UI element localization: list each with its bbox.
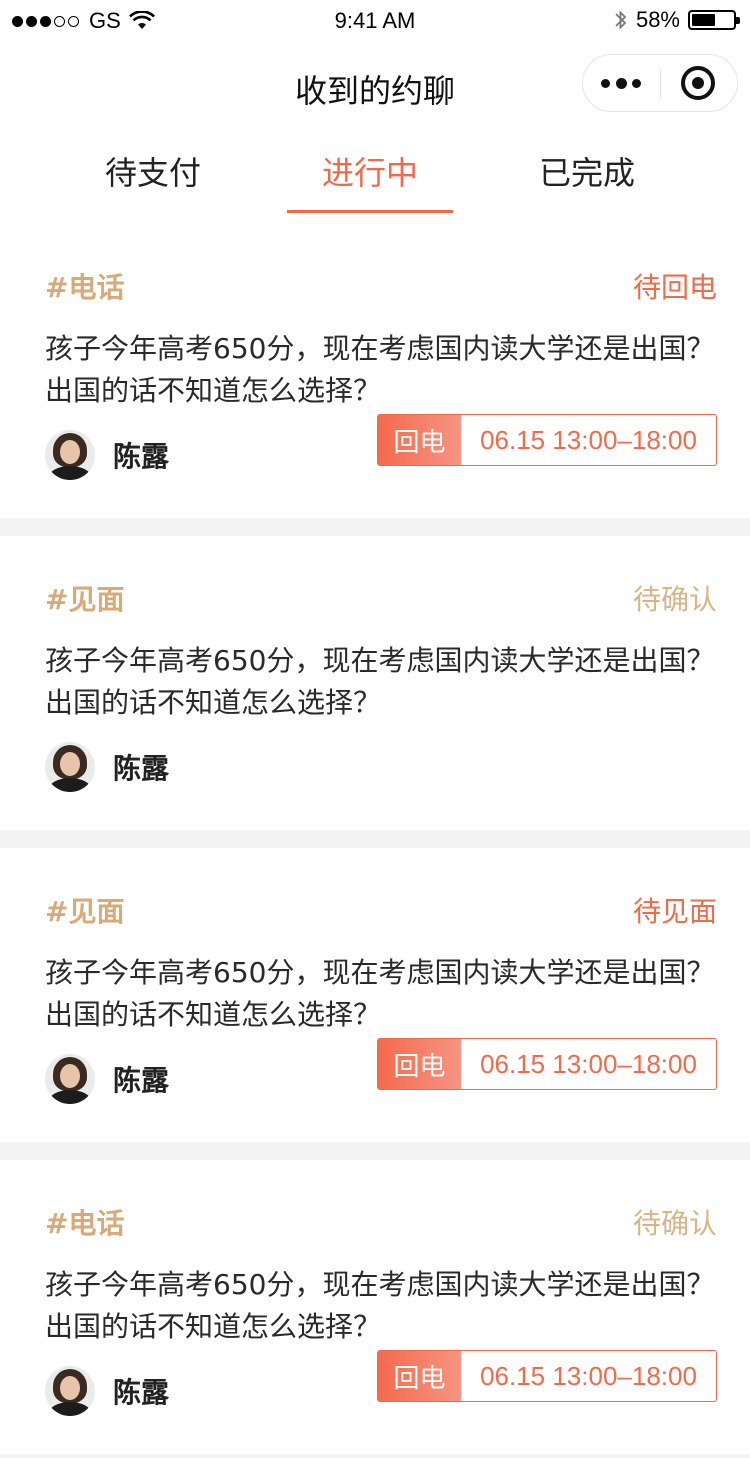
appointment-status: 待见面: [632, 895, 717, 928]
avatar: [45, 1366, 95, 1416]
appointment-type: #电话: [45, 271, 125, 304]
user-info: 陈露: [45, 742, 169, 792]
appointment-type: #见面: [45, 583, 125, 616]
user-name: 陈露: [113, 1376, 170, 1409]
user-info: 陈露: [45, 1054, 169, 1104]
callback-box: 回电 06.15 13:00–18:00: [377, 1038, 717, 1090]
tab-bar: 待支付 进行中 已完成: [0, 132, 750, 214]
question-text: 孩子今年高考650分，现在考虑国内读大学还是出国？出国的话不知道怎么选择？: [45, 956, 715, 1031]
status-bar: GS 9:41 AM 58%: [0, 0, 750, 44]
more-icon[interactable]: [601, 72, 641, 94]
avatar: [45, 1054, 95, 1104]
user-info: 陈露: [45, 430, 169, 480]
card-divider: [0, 1454, 750, 1458]
user-name: 陈露: [113, 1064, 170, 1097]
callback-button[interactable]: 回电: [378, 1351, 461, 1401]
tab-in-progress[interactable]: 进行中: [280, 148, 460, 194]
callback-time-range: 06.15 13:00–18:00: [480, 1360, 697, 1391]
card-divider: [0, 518, 750, 536]
question-text: 孩子今年高考650分，现在考虑国内读大学还是出国？出国的话不知道怎么选择？: [45, 1268, 715, 1343]
battery-icon: [688, 10, 740, 30]
avatar: [45, 742, 95, 792]
appointment-card[interactable]: #电话 待确认 孩子今年高考650分，现在考虑国内读大学还是出国？出国的话不知道…: [0, 1172, 750, 1454]
question-text: 孩子今年高考650分，现在考虑国内读大学还是出国？出国的话不知道怎么选择？: [45, 644, 715, 719]
appointment-card[interactable]: #电话 待回电 孩子今年高考650分，现在考虑国内读大学还是出国？出国的话不知道…: [0, 236, 750, 518]
avatar: [45, 430, 95, 480]
callback-button[interactable]: 回电: [378, 1039, 461, 1089]
callback-box: 回电 06.15 13:00–18:00: [377, 1350, 717, 1402]
question-text: 孩子今年高考650分，现在考虑国内读大学还是出国？出国的话不知道怎么选择？: [45, 332, 715, 407]
callback-time-range: 06.15 13:00–18:00: [480, 424, 697, 455]
appointment-type: #电话: [45, 1207, 125, 1240]
bluetooth-icon: [615, 10, 627, 30]
user-name: 陈露: [113, 440, 170, 473]
tab-pending-payment[interactable]: 待支付: [63, 148, 243, 194]
card-divider: [0, 1142, 750, 1160]
appointment-status: 待回电: [632, 271, 717, 304]
appointment-card[interactable]: #见面 待见面 孩子今年高考650分，现在考虑国内读大学还是出国？出国的话不知道…: [0, 860, 750, 1142]
battery-percent: 58%: [635, 7, 680, 32]
callback-button[interactable]: 回电: [378, 415, 461, 465]
close-target-icon[interactable]: [681, 66, 715, 100]
nav-bar: 收到的约聊: [0, 44, 750, 132]
card-divider: [0, 830, 750, 848]
tab-completed[interactable]: 已完成: [497, 148, 677, 194]
tab-active-indicator: [287, 210, 453, 213]
mini-program-capsule: [582, 54, 738, 112]
status-right: 58%: [614, 7, 740, 33]
appointment-status: 待确认: [632, 1207, 717, 1240]
battery-fill: [692, 14, 715, 26]
callback-box: 回电 06.15 13:00–18:00: [377, 414, 717, 466]
callback-time-range: 06.15 13:00–18:00: [480, 1048, 697, 1079]
capsule-divider: [660, 69, 661, 99]
user-name: 陈露: [113, 752, 170, 785]
user-info: 陈露: [45, 1366, 169, 1416]
appointment-card[interactable]: #见面 待确认 孩子今年高考650分，现在考虑国内读大学还是出国？出国的话不知道…: [0, 548, 750, 830]
appointment-type: #见面: [45, 895, 125, 928]
appointment-status: 待确认: [632, 583, 717, 616]
